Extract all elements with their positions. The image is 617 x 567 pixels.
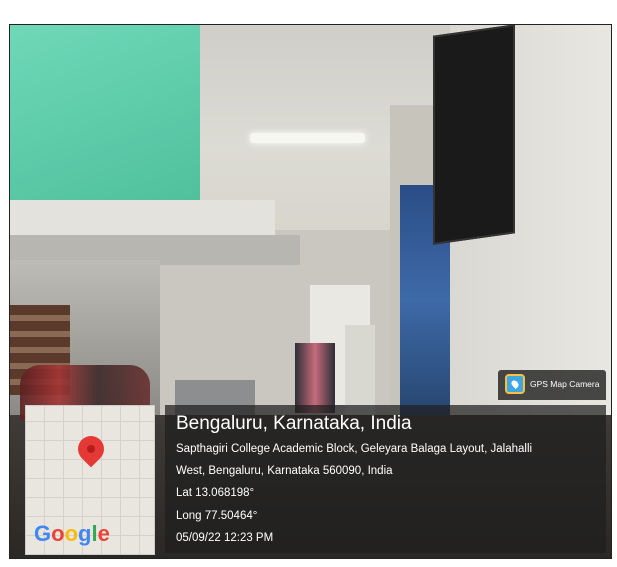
google-logo-letter: o <box>51 521 65 546</box>
standing-people <box>295 343 335 413</box>
location-info-panel: Bengaluru, Karnataka, India Sapthagiri C… <box>165 405 606 553</box>
gps-map-camera-badge: GPS Map Camera <box>498 370 606 400</box>
ceiling-beam <box>10 200 275 240</box>
address-line-2: West, Bengaluru, Karnataka 560090, India <box>176 465 393 477</box>
ceiling-light <box>250 133 365 143</box>
location-title: Bengaluru, Karnataka, India <box>176 413 412 434</box>
cabinet <box>345 325 375 415</box>
address-line-1: Sapthagiri College Academic Block, Geley… <box>176 443 533 455</box>
google-logo-letter: g <box>78 521 92 546</box>
datetime: 05/09/22 12:23 PM <box>176 532 274 544</box>
google-logo: Google <box>34 521 110 547</box>
latitude: Lat 13.068198° <box>176 487 255 499</box>
map-thumbnail: Google <box>25 405 155 555</box>
gps-map-camera-icon <box>505 374 525 394</box>
gps-badge-label: GPS Map Camera <box>530 379 600 389</box>
google-logo-letter: G <box>34 521 52 546</box>
google-logo-letter: o <box>64 521 79 546</box>
google-logo-letter: e <box>97 521 110 546</box>
longitude: Long 77.50464° <box>176 510 258 522</box>
green-wall <box>10 25 200 205</box>
photo-frame: GPS Map Camera Google Bengaluru, Karnata… <box>9 24 612 559</box>
wall-tv <box>433 25 515 245</box>
